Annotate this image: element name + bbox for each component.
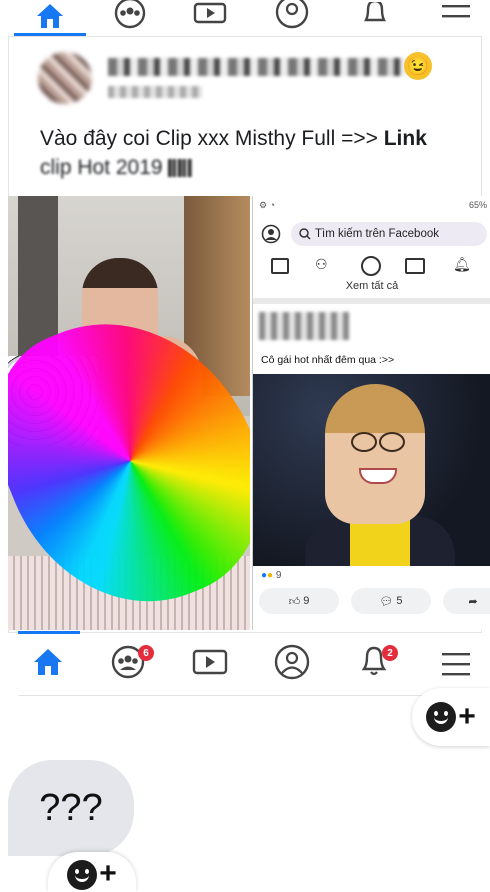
news-feed-icon[interactable] [271, 258, 289, 274]
notifications-icon[interactable] [355, 0, 395, 30]
home-icon[interactable] [30, 0, 70, 30]
post-link[interactable]: Link [384, 127, 427, 150]
post-text-line2: clip Hot 2019 [40, 156, 169, 179]
notifications-badge: 2 [382, 645, 398, 661]
avatar[interactable] [38, 52, 92, 104]
screenshot-post-caption: Cô gái hot nhất đêm qua :>> [261, 354, 395, 366]
post-text: Vào đây coi Clip xxx Misthy Full =>> Lin… [40, 124, 460, 182]
comment-button[interactable]: 💬︎ 5 [351, 588, 431, 614]
see-all-link[interactable]: Xem tất cả [253, 280, 490, 292]
groups-icon[interactable] [110, 0, 150, 30]
comment-text: ??? [39, 786, 103, 829]
phone-status-bar: ⚙ ◔ 65% [259, 200, 487, 214]
reaction-summary[interactable]: ●● 9 [261, 570, 281, 581]
comment-bubble[interactable]: ??? [8, 760, 134, 856]
like-count: 9 [303, 595, 310, 607]
search-input[interactable]: Tìm kiếm trên Facebook [291, 222, 487, 246]
search-placeholder: Tìm kiếm trên Facebook [315, 228, 439, 240]
like-button[interactable]: 👍︎ 9 [259, 588, 339, 614]
plus-icon: + [99, 857, 117, 890]
groups-badge: 6 [138, 645, 154, 661]
profile-icon[interactable] [272, 644, 312, 680]
post-text-main: Vào đây coi Clip xxx Misthy Full =>> [40, 127, 384, 150]
search-icon [299, 228, 311, 240]
poster-name-blurred[interactable] [108, 58, 408, 76]
post-image-left[interactable] [8, 196, 250, 630]
divider [253, 298, 490, 304]
post-image-right-screenshot[interactable]: ⚙ ◔ 65% Tìm kiếm trên Facebook ⚇ 🔔︎ Xem … [252, 196, 490, 630]
share-button[interactable]: ➦ [443, 588, 490, 614]
watch-icon[interactable] [190, 0, 230, 30]
blurred-text [168, 159, 193, 178]
poster-name-blurred[interactable] [259, 312, 349, 340]
plus-icon: + [458, 700, 476, 733]
menu-icon[interactable] [436, 649, 476, 679]
add-sticker-button[interactable]: + [412, 688, 490, 746]
reaction-count: 9 [275, 570, 282, 581]
messenger-icon[interactable] [361, 256, 381, 276]
notifications-icon[interactable]: 🔔︎ [453, 256, 471, 273]
wink-emoji-icon: 😉 [404, 52, 432, 80]
home-icon[interactable] [28, 647, 68, 677]
profile-icon[interactable] [272, 0, 312, 30]
comment-icon: 💬︎ [379, 595, 394, 608]
watch-icon[interactable] [190, 647, 230, 677]
add-sticker-button-2[interactable]: + [48, 852, 136, 892]
top-navigation-bar [0, 0, 490, 36]
smiley-icon [426, 702, 457, 732]
profile-icon[interactable] [261, 224, 281, 249]
active-tab-indicator [18, 631, 80, 634]
post-timestamp-blurred [108, 86, 202, 98]
comment-count: 5 [396, 595, 403, 607]
menu-icon[interactable] [436, 0, 476, 30]
thumbs-up-icon: 👍︎ [288, 595, 301, 608]
haha-reaction-icon: ● [267, 570, 274, 581]
screenshot-post-photo[interactable] [253, 374, 490, 566]
watch-icon[interactable] [405, 258, 425, 274]
share-icon: ➦ [468, 595, 478, 608]
screenshot-nav-row: ⚇ 🔔︎ [257, 254, 485, 278]
bottom-navigation-bar: 6 2 [8, 632, 482, 695]
photo-window-frame [18, 196, 58, 356]
battery-level: 65% [468, 200, 487, 210]
status-icons-left: ⚙ ◔ [259, 200, 276, 210]
smiley-icon [67, 860, 98, 890]
friends-icon[interactable]: ⚇ [315, 256, 328, 273]
